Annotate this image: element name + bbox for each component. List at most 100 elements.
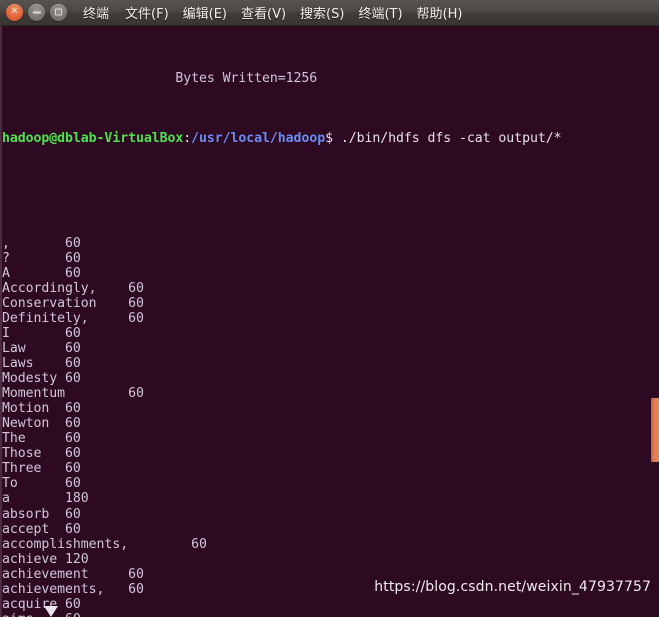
output-count: 60 bbox=[65, 341, 81, 357]
output-count: 60 bbox=[128, 311, 144, 327]
output-row: A 60 bbox=[2, 266, 659, 281]
minimize-icon bbox=[32, 11, 41, 13]
output-word: Law bbox=[2, 341, 66, 357]
output-row: ? 60 bbox=[2, 251, 659, 266]
output-count: 60 bbox=[65, 356, 81, 372]
window-title: 终端 bbox=[83, 7, 110, 22]
maximize-button[interactable] bbox=[50, 4, 67, 21]
output-row: Laws 60 bbox=[2, 356, 659, 371]
output-row: Modesty 60 bbox=[2, 371, 659, 386]
output-count: 60 bbox=[128, 581, 144, 597]
output-row: Those 60 bbox=[2, 446, 659, 461]
output-count: 60 bbox=[65, 266, 81, 282]
output-count: 60 bbox=[65, 521, 81, 537]
bytes-written-text: Bytes Written=1256 bbox=[2, 71, 318, 87]
output-word: , bbox=[2, 236, 66, 252]
terminal-screen[interactable]: Bytes Written=1256 hadoop@dblab-VirtualB… bbox=[0, 26, 659, 617]
menu-item-terminal[interactable]: 终端(T) bbox=[358, 3, 402, 22]
output-count: 60 bbox=[65, 416, 81, 432]
terminal-window: ✕ 终端 文件(F) 编辑(E) 查看(V) 搜索(S) 终端(T) 帮助(H) bbox=[0, 0, 659, 617]
close-icon: ✕ bbox=[10, 6, 19, 17]
output-row: absorb 60 bbox=[2, 507, 659, 522]
output-row: I 60 bbox=[2, 326, 659, 341]
output-count: 60 bbox=[65, 446, 81, 462]
minimize-button[interactable] bbox=[28, 4, 45, 21]
output-count: 60 bbox=[65, 612, 81, 617]
output-row: acquire 60 bbox=[2, 597, 659, 612]
mouse-pointer-icon bbox=[44, 606, 58, 617]
output-row: Momentum 60 bbox=[2, 386, 659, 401]
output-row: Law 60 bbox=[2, 341, 659, 356]
output-word: achievement bbox=[2, 566, 129, 582]
window-controls: ✕ bbox=[6, 4, 67, 21]
menu-item-view[interactable]: 查看(V) bbox=[241, 3, 286, 22]
output-word: Those bbox=[2, 446, 66, 462]
output-count: 180 bbox=[65, 491, 89, 507]
output-word: achievements, bbox=[2, 581, 129, 597]
scrollbar-thumb[interactable] bbox=[651, 398, 659, 462]
menu-item-help[interactable]: 帮助(H) bbox=[417, 3, 463, 22]
menu-item-file[interactable]: 文件(F) bbox=[125, 3, 169, 22]
output-count: 60 bbox=[65, 371, 81, 387]
output-word: ? bbox=[2, 251, 66, 267]
output-word: accomplishments, bbox=[2, 536, 192, 552]
output-row: Newton 60 bbox=[2, 416, 659, 431]
terminal-prompt-wrap-line bbox=[2, 176, 659, 191]
output-word: Modesty bbox=[2, 371, 66, 387]
output-word: Definitely, bbox=[2, 311, 129, 327]
output-row: The 60 bbox=[2, 431, 659, 446]
output-count: 60 bbox=[65, 596, 81, 612]
output-count: 60 bbox=[128, 281, 144, 297]
output-count: 60 bbox=[128, 386, 144, 402]
output-count: 60 bbox=[65, 326, 81, 342]
menu-item-search[interactable]: 搜索(S) bbox=[300, 3, 344, 22]
output-row: , 60 bbox=[2, 236, 659, 251]
output-word: Three bbox=[2, 461, 66, 477]
output-row: Definitely, 60 bbox=[2, 311, 659, 326]
output-word: Momentum bbox=[2, 386, 129, 402]
output-count: 60 bbox=[65, 401, 81, 417]
output-word: Conservation bbox=[2, 296, 129, 312]
output-count: 60 bbox=[128, 566, 144, 582]
output-count: 60 bbox=[65, 476, 81, 492]
output-row: To 60 bbox=[2, 476, 659, 491]
output-count: 60 bbox=[65, 431, 81, 447]
menu-bar: 终端 文件(F) 编辑(E) 查看(V) 搜索(S) 终端(T) 帮助(H) bbox=[83, 3, 462, 22]
command-output: , 60? 60 A 60 Accordingly, 60 Conservation … bbox=[2, 236, 659, 617]
output-row: achieve 120 bbox=[2, 552, 659, 567]
maximize-icon bbox=[55, 8, 62, 16]
output-row: aims 60 bbox=[2, 612, 659, 617]
prompt-segment: $ ./bin/hdfs dfs -cat output/* bbox=[325, 131, 562, 147]
output-word: Motion bbox=[2, 401, 66, 417]
output-row: Three 60 bbox=[2, 461, 659, 476]
output-word: To bbox=[2, 476, 66, 492]
output-row: Motion 60 bbox=[2, 401, 659, 416]
terminal-text-area[interactable]: Bytes Written=1256 hadoop@dblab-VirtualB… bbox=[2, 26, 659, 617]
output-word: The bbox=[2, 431, 66, 447]
output-word: accept bbox=[2, 521, 66, 537]
prompt-segment: hadoop@dblab-VirtualBox bbox=[2, 131, 184, 147]
output-word: I bbox=[2, 326, 66, 342]
output-word: Laws bbox=[2, 356, 66, 372]
output-row: achievements, 60 bbox=[2, 582, 659, 597]
menu-item-edit[interactable]: 编辑(E) bbox=[183, 3, 227, 22]
output-row: Conservation 60 bbox=[2, 296, 659, 311]
output-word: Accordingly, bbox=[2, 281, 129, 297]
output-row: accomplishments, 60 bbox=[2, 537, 659, 552]
output-word: Newton bbox=[2, 416, 66, 432]
output-count: 120 bbox=[65, 551, 89, 567]
close-button[interactable]: ✕ bbox=[6, 4, 23, 21]
output-word: A bbox=[2, 266, 66, 282]
output-word: absorb bbox=[2, 506, 66, 522]
prompt-segment: : bbox=[183, 131, 192, 147]
output-count: 60 bbox=[65, 506, 81, 522]
output-count: 60 bbox=[65, 461, 81, 477]
output-row: accept 60 bbox=[2, 522, 659, 537]
output-count: 60 bbox=[191, 536, 207, 552]
output-row: Accordingly, 60 bbox=[2, 281, 659, 296]
terminal-scrollbar[interactable] bbox=[650, 26, 659, 617]
output-row: achievement 60 bbox=[2, 567, 659, 582]
terminal-line-prev-output: Bytes Written=1256 bbox=[2, 71, 659, 86]
title-bar: ✕ 终端 文件(F) 编辑(E) 查看(V) 搜索(S) 终端(T) 帮助(H) bbox=[0, 0, 659, 26]
output-count: 60 bbox=[65, 236, 81, 252]
